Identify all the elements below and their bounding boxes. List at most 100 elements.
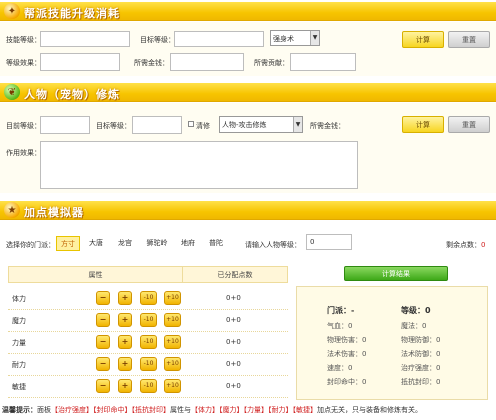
stat-seal-hit: 封印命中：0 xyxy=(327,378,367,386)
level-effect-label: 等级效果： xyxy=(6,59,41,67)
skill-level-input[interactable] xyxy=(40,31,130,47)
section-title: 人物（宠物）修炼 xyxy=(24,88,120,101)
plus-button[interactable]: + xyxy=(118,335,132,349)
effect-textarea xyxy=(40,141,358,189)
school-tab-fangcun[interactable]: 方寸 xyxy=(56,236,80,251)
tips: 温馨提示：面板【治疗强度】【封印命中】【抵抗封印】属性与【体力】【魔力】【力量】… xyxy=(2,405,422,415)
remaining-label-text: 剩余点数： xyxy=(446,241,481,249)
section-title: 帮派技能升级消耗 xyxy=(24,7,120,20)
attribute-name: 力量 xyxy=(12,339,26,347)
plus10-button[interactable]: +10 xyxy=(164,357,181,371)
leaf-icon: ❦ xyxy=(4,84,20,100)
tips-highlight-1: 【治疗强度】【封印命中】【抵抗封印】 xyxy=(51,406,170,414)
stats-level-value: 0 xyxy=(425,306,431,315)
money-label: 所需金钱： xyxy=(134,59,169,67)
stat-magic-def: 法术防御：0 xyxy=(401,350,441,358)
attribute-allocated: 0+0 xyxy=(226,316,241,324)
skill-select[interactable]: 强身术 ▼ xyxy=(270,30,320,46)
school-tab-putuo[interactable]: 普陀 xyxy=(204,236,228,251)
tips-text-1: 面板 xyxy=(37,406,51,414)
stats-school-value: - xyxy=(351,306,355,315)
tips-text-3: 加点无关，只与装备和修炼有关。 xyxy=(317,406,422,414)
clear-checkbox[interactable] xyxy=(188,121,194,127)
tips-highlight-2: 【体力】【魔力】【力量】【耐力】【敏捷】 xyxy=(191,406,317,414)
target-level-input[interactable] xyxy=(132,116,182,134)
stats-panel: 门派：- 等级：0 气血：0 魔法：0 物理伤害：0 物理防御：0 法术伤害：0… xyxy=(296,286,488,400)
current-level-label: 目前等级： xyxy=(6,122,41,130)
attribute-name: 体力 xyxy=(12,295,26,303)
stat-magic-dmg: 法术伤害：0 xyxy=(327,350,367,358)
calculate-result-button[interactable]: 计算结果 xyxy=(344,266,448,281)
target-level-input[interactable] xyxy=(174,31,264,47)
plus10-button[interactable]: +10 xyxy=(164,379,181,393)
contrib-label: 所需贡献： xyxy=(254,59,289,67)
skill-select-value: 强身术 xyxy=(273,35,294,43)
stat-speed: 速度：0 xyxy=(327,364,353,372)
remaining-label: 剩余点数：0 xyxy=(446,240,485,250)
attribute-allocated: 0+0 xyxy=(226,382,241,390)
tips-label: 温馨提示： xyxy=(2,406,37,414)
level-effect-field xyxy=(40,53,120,71)
attribute-name: 敏捷 xyxy=(12,383,26,391)
school-label: 选择你的门派： xyxy=(6,241,55,249)
stats-level-label: 等级： xyxy=(401,306,425,315)
plus10-button[interactable]: +10 xyxy=(164,335,181,349)
attr-column-header: 属性 xyxy=(8,266,183,283)
current-level-input[interactable] xyxy=(40,116,90,134)
plus10-button[interactable]: +10 xyxy=(164,291,181,305)
minus10-button[interactable]: -10 xyxy=(140,313,157,327)
remaining-value: 0 xyxy=(481,241,486,249)
contrib-field xyxy=(290,53,356,71)
chevron-down-icon: ▼ xyxy=(293,117,302,132)
minus-button[interactable]: − xyxy=(96,291,110,305)
attribute-row: 体力 − + -10 +10 0+0 xyxy=(8,288,288,310)
calc-button[interactable]: 计算 xyxy=(402,31,444,48)
minus10-button[interactable]: -10 xyxy=(140,291,157,305)
minus10-button[interactable]: -10 xyxy=(140,357,157,371)
effect-label: 作用效果： xyxy=(6,149,41,157)
character-level-input[interactable]: 0 xyxy=(306,234,352,250)
minus10-button[interactable]: -10 xyxy=(140,335,157,349)
level-label: 请输入人物等级： xyxy=(245,241,301,249)
school-tab-datang[interactable]: 大唐 xyxy=(84,236,108,251)
stats-school: 门派：- xyxy=(327,305,354,316)
plus10-button[interactable]: +10 xyxy=(164,313,181,327)
school-tab-difu[interactable]: 地府 xyxy=(176,236,200,251)
skill-level-label: 技能等级： xyxy=(6,36,41,44)
attribute-row: 耐力 − + -10 +10 0+0 xyxy=(8,354,288,376)
plus-button[interactable]: + xyxy=(118,357,132,371)
stat-heal: 治疗强度：0 xyxy=(401,364,441,372)
reset-button[interactable]: 重置 xyxy=(448,31,490,48)
reset-button[interactable]: 重置 xyxy=(448,116,490,133)
attribute-name: 魔力 xyxy=(12,317,26,325)
star-icon: ★ xyxy=(4,202,20,218)
plus-button[interactable]: + xyxy=(118,379,132,393)
alloc-column-header: 已分配点数 xyxy=(183,266,288,283)
gold-coin-icon: ✦ xyxy=(4,3,20,19)
minus-button[interactable]: − xyxy=(96,313,110,327)
minus-button[interactable]: − xyxy=(96,379,110,393)
target-level-label: 目标等级： xyxy=(96,122,131,130)
stat-mp: 魔法：0 xyxy=(401,322,427,330)
attribute-row: 力量 − + -10 +10 0+0 xyxy=(8,332,288,354)
plus-button[interactable]: + xyxy=(118,291,132,305)
clear-label: 清修 xyxy=(196,122,210,130)
minus10-button[interactable]: -10 xyxy=(140,379,157,393)
chevron-down-icon: ▼ xyxy=(310,31,319,45)
money-label: 所需金钱： xyxy=(310,122,345,130)
plus-button[interactable]: + xyxy=(118,313,132,327)
school-tab-longgong[interactable]: 龙宫 xyxy=(113,236,137,251)
skill-upgrade-header: ✦ 帮派技能升级消耗 xyxy=(0,2,496,21)
minus-button[interactable]: − xyxy=(96,335,110,349)
calc-button[interactable]: 计算 xyxy=(402,116,444,133)
attribute-allocated: 0+0 xyxy=(226,294,241,302)
minus-button[interactable]: − xyxy=(96,357,110,371)
cultivation-select-value: 人物-攻击修炼 xyxy=(222,121,267,129)
allocation-simulator-header: ★ 加点模拟器 xyxy=(0,201,496,220)
attribute-allocated: 0+0 xyxy=(226,360,241,368)
stat-hp: 气血：0 xyxy=(327,322,353,330)
cultivation-select[interactable]: 人物-攻击修炼 ▼ xyxy=(219,116,303,133)
money-field xyxy=(170,53,244,71)
school-tab-shituoling[interactable]: 狮驼岭 xyxy=(142,236,172,251)
attribute-row: 魔力 − + -10 +10 0+0 xyxy=(8,310,288,332)
